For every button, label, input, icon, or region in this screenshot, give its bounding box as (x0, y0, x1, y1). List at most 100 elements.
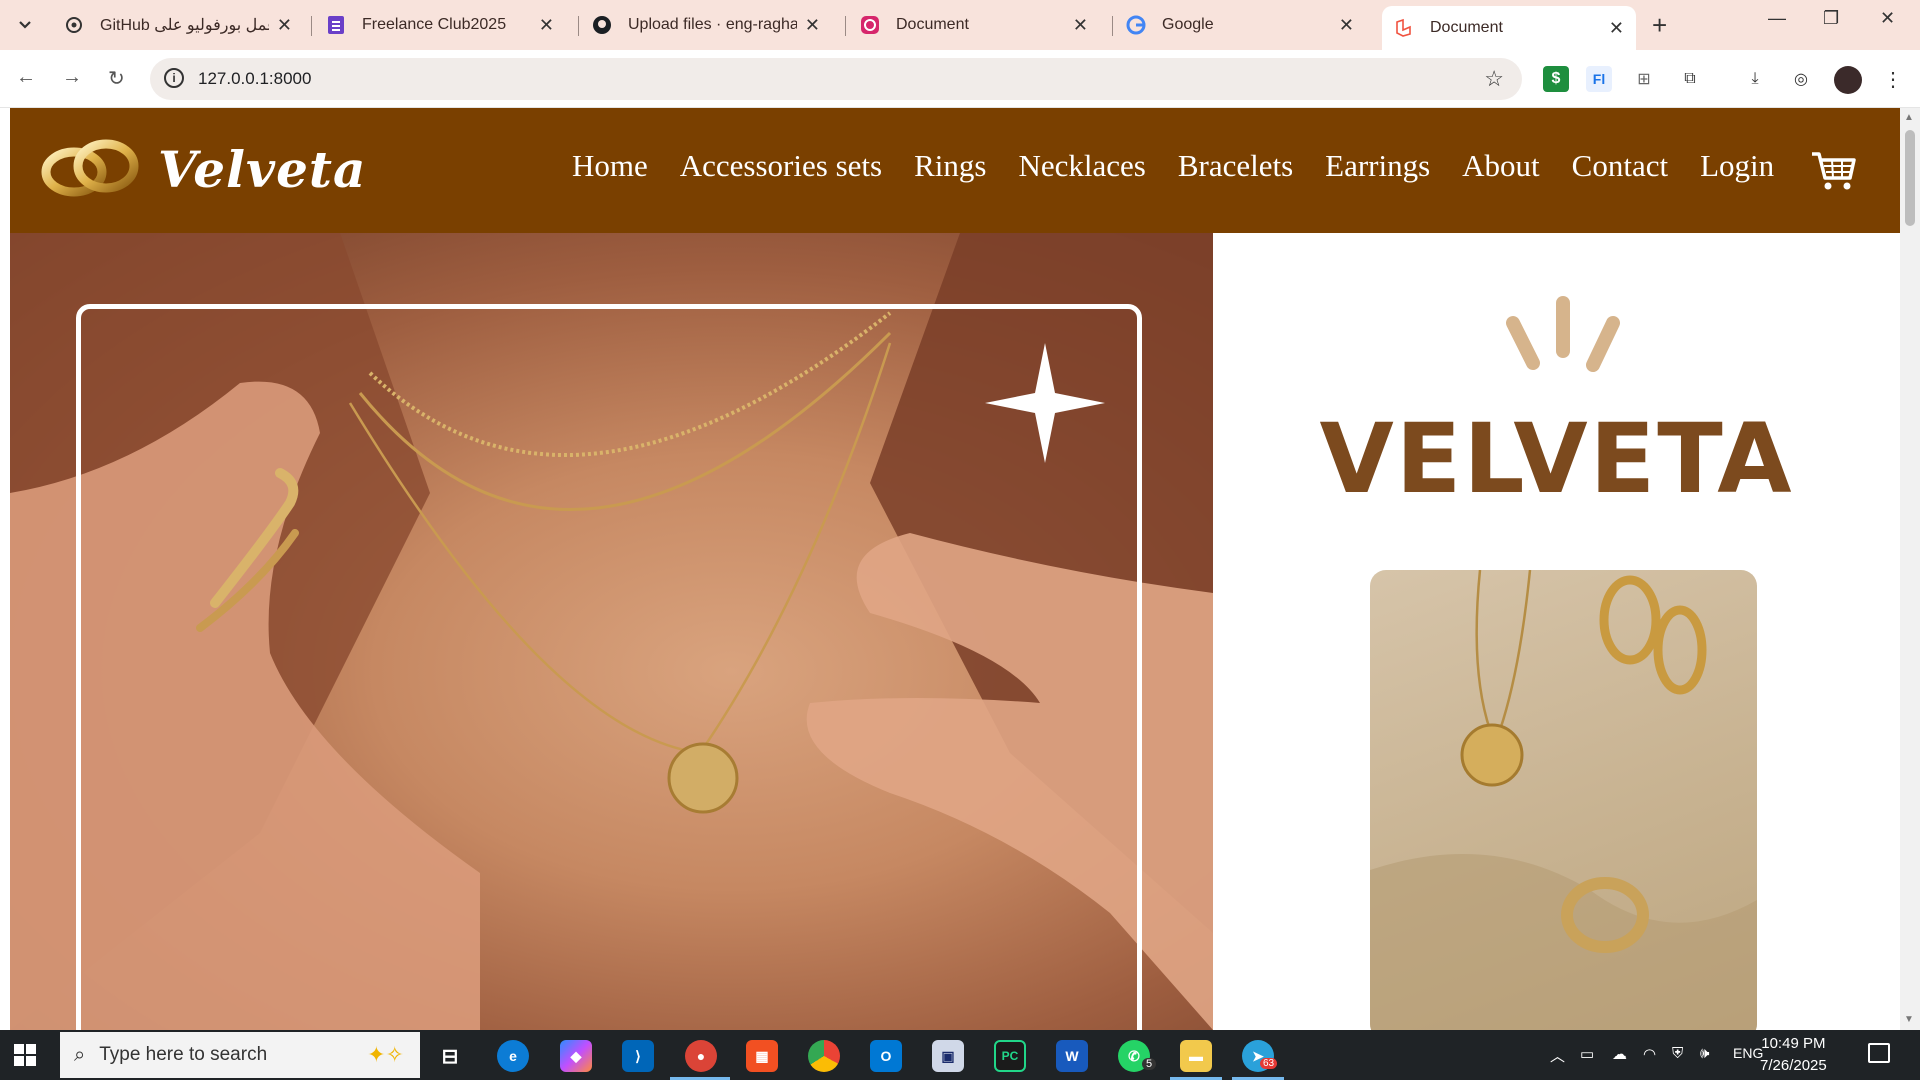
url-text: 127.0.0.1:8000 (198, 69, 312, 88)
nav-contact[interactable]: Contact (1572, 148, 1668, 184)
close-icon[interactable]: ✕ (1609, 18, 1624, 39)
download-icon[interactable]: ⤓ (1742, 66, 1768, 92)
search-placeholder: Type here to search (99, 1044, 268, 1065)
brand-name: Velveta (158, 139, 367, 199)
tab-title: Upload files · eng-raghads (628, 16, 797, 33)
dollar-extension-icon[interactable]: $ (1543, 66, 1569, 92)
task-view-icon[interactable]: ⊟ (434, 1040, 466, 1072)
chrome-icon[interactable] (808, 1040, 840, 1072)
bookmark-star-icon[interactable]: ☆ (1484, 66, 1504, 92)
github-icon (592, 15, 612, 35)
chevron-down-icon (19, 21, 31, 29)
nav-necklaces[interactable]: Necklaces (1018, 148, 1145, 184)
windows-start-icon[interactable] (14, 1044, 36, 1066)
hero-frame (76, 304, 1142, 1030)
outlook-icon[interactable]: O (870, 1040, 902, 1072)
forms-icon (326, 15, 346, 35)
close-icon[interactable]: ✕ (1339, 15, 1354, 36)
jewelry-product-illustration (1370, 570, 1757, 1030)
cloud-icon[interactable]: ☁ (1612, 1045, 1627, 1063)
hero-image (10, 233, 1213, 1030)
close-icon[interactable]: ✕ (805, 15, 820, 36)
site-info-icon[interactable]: i (164, 68, 184, 88)
brand-panel: VELVETA (1213, 233, 1900, 1030)
app-icon (860, 15, 880, 35)
site-logo[interactable]: Velveta (40, 136, 366, 202)
nav-earrings[interactable]: Earrings (1325, 148, 1430, 184)
openai-icon (64, 15, 84, 35)
new-tab-button[interactable]: + (1652, 10, 1667, 41)
nav-rings[interactable]: Rings (914, 148, 986, 184)
language-indicator[interactable]: ENG (1733, 1045, 1763, 1061)
microsoft-store-icon[interactable]: ▦ (746, 1040, 778, 1072)
tab-search-button[interactable] (8, 10, 42, 40)
reload-button[interactable]: ↻ (108, 66, 125, 91)
word-icon[interactable]: W (1056, 1040, 1088, 1072)
close-icon[interactable]: ✕ (1073, 15, 1088, 36)
page-scrollbar[interactable]: ▲ ▼ (1900, 108, 1920, 1030)
scroll-up-icon[interactable]: ▲ (1904, 112, 1914, 123)
fl-extension-icon[interactable]: Fl (1586, 66, 1612, 92)
close-icon[interactable]: ✕ (539, 15, 554, 36)
wedding-rings-icon (41, 139, 139, 197)
google-icon (1126, 15, 1146, 35)
forward-button[interactable]: → (62, 66, 82, 89)
pycharm-icon[interactable]: PC (994, 1040, 1026, 1072)
battery-icon[interactable]: ▭ (1580, 1045, 1594, 1063)
nav-login[interactable]: Login (1700, 148, 1774, 184)
taskbar-search-input[interactable]: ⌕ Type here to search ✦✧ (60, 1032, 420, 1078)
tab-title: GitHub عمل بورفوليو على (100, 17, 269, 34)
tab-strip: GitHub عمل بورفوليو على ✕ Freelance Club… (0, 0, 1920, 50)
performance-icon[interactable]: ◎ (1788, 66, 1814, 92)
back-button[interactable]: ← (16, 66, 36, 89)
tray-overflow-icon[interactable]: ︿ (1550, 1045, 1565, 1066)
tab-document-1[interactable]: Document ✕ (848, 6, 1100, 44)
main-nav: Home Accessories sets Rings Necklaces Br… (572, 148, 1806, 184)
minimize-button[interactable]: — (1768, 8, 1786, 29)
clock-date: 7/26/2025 (1760, 1057, 1827, 1074)
restore-button[interactable]: ❐ (1823, 8, 1839, 29)
product-image[interactable] (1370, 570, 1757, 1030)
tab-document-active[interactable]: Document ✕ (1382, 6, 1636, 50)
whatsapp-badge: 5 (1142, 1058, 1157, 1070)
menu-kebab-icon[interactable]: ⋮ (1880, 66, 1906, 92)
file-explorer-icon[interactable]: ▬ (1180, 1040, 1212, 1072)
tab-google[interactable]: Google ✕ (1114, 6, 1366, 44)
address-bar[interactable]: i 127.0.0.1:8000 ☆ (150, 58, 1522, 100)
search-icon: ⌕ (74, 1043, 86, 1066)
scroll-thumb[interactable] (1905, 130, 1915, 226)
control-panel-icon[interactable]: ▣ (932, 1040, 964, 1072)
nav-accessories-sets[interactable]: Accessories sets (680, 148, 882, 184)
close-window-button[interactable]: ✕ (1880, 8, 1895, 29)
avatar[interactable] (1834, 66, 1862, 94)
tab-title: Document (1430, 19, 1503, 36)
tab-title: Google (1162, 16, 1214, 33)
clock-time: 10:49 PM (1761, 1035, 1826, 1052)
copilot-icon[interactable]: ◆ (560, 1040, 592, 1072)
tab-github-portfolio[interactable]: GitHub عمل بورفوليو على ✕ (52, 6, 304, 44)
wifi-icon[interactable]: ◠ (1643, 1045, 1656, 1063)
nav-home[interactable]: Home (572, 148, 648, 184)
volume-icon[interactable]: 🕪 (1700, 1045, 1709, 1062)
notification-center-icon[interactable] (1868, 1043, 1890, 1063)
translate-extension-icon[interactable]: ⊞ (1631, 66, 1657, 92)
tab-freelance-club[interactable]: Freelance Club2025 ✕ (314, 6, 566, 44)
vscode-icon[interactable]: ⟩ (622, 1040, 654, 1072)
laravel-icon (1394, 18, 1414, 38)
close-icon[interactable]: ✕ (277, 15, 292, 36)
nav-about[interactable]: About (1462, 148, 1540, 184)
edge-icon[interactable]: e (497, 1040, 529, 1072)
site-header: Velveta Home Accessories sets Rings Neck… (10, 108, 1900, 233)
nav-bracelets[interactable]: Bracelets (1178, 148, 1293, 184)
tab-upload-files[interactable]: Upload files · eng-raghads ✕ (580, 6, 832, 44)
telegram-badge: 63 (1260, 1058, 1278, 1069)
copilot-sparkle-icon: ✦✧ (367, 1042, 404, 1067)
shopping-cart-icon[interactable] (1810, 150, 1856, 192)
security-shield-icon[interactable]: ⛨ (1672, 1045, 1683, 1062)
system-clock[interactable]: 10:49 PM 7/26/2025 (1760, 1033, 1827, 1077)
scroll-down-icon[interactable]: ▼ (1904, 1014, 1914, 1025)
web-page: Velveta Home Accessories sets Rings Neck… (10, 108, 1900, 1030)
windows-taskbar: ⌕ Type here to search ✦✧ ⊟ e ◆ ⟩ ● ▦ O ▣… (0, 1030, 1920, 1080)
extensions-puzzle-icon[interactable]: ⧉ (1677, 66, 1703, 92)
chrome-profile-icon[interactable]: ● (685, 1040, 717, 1072)
